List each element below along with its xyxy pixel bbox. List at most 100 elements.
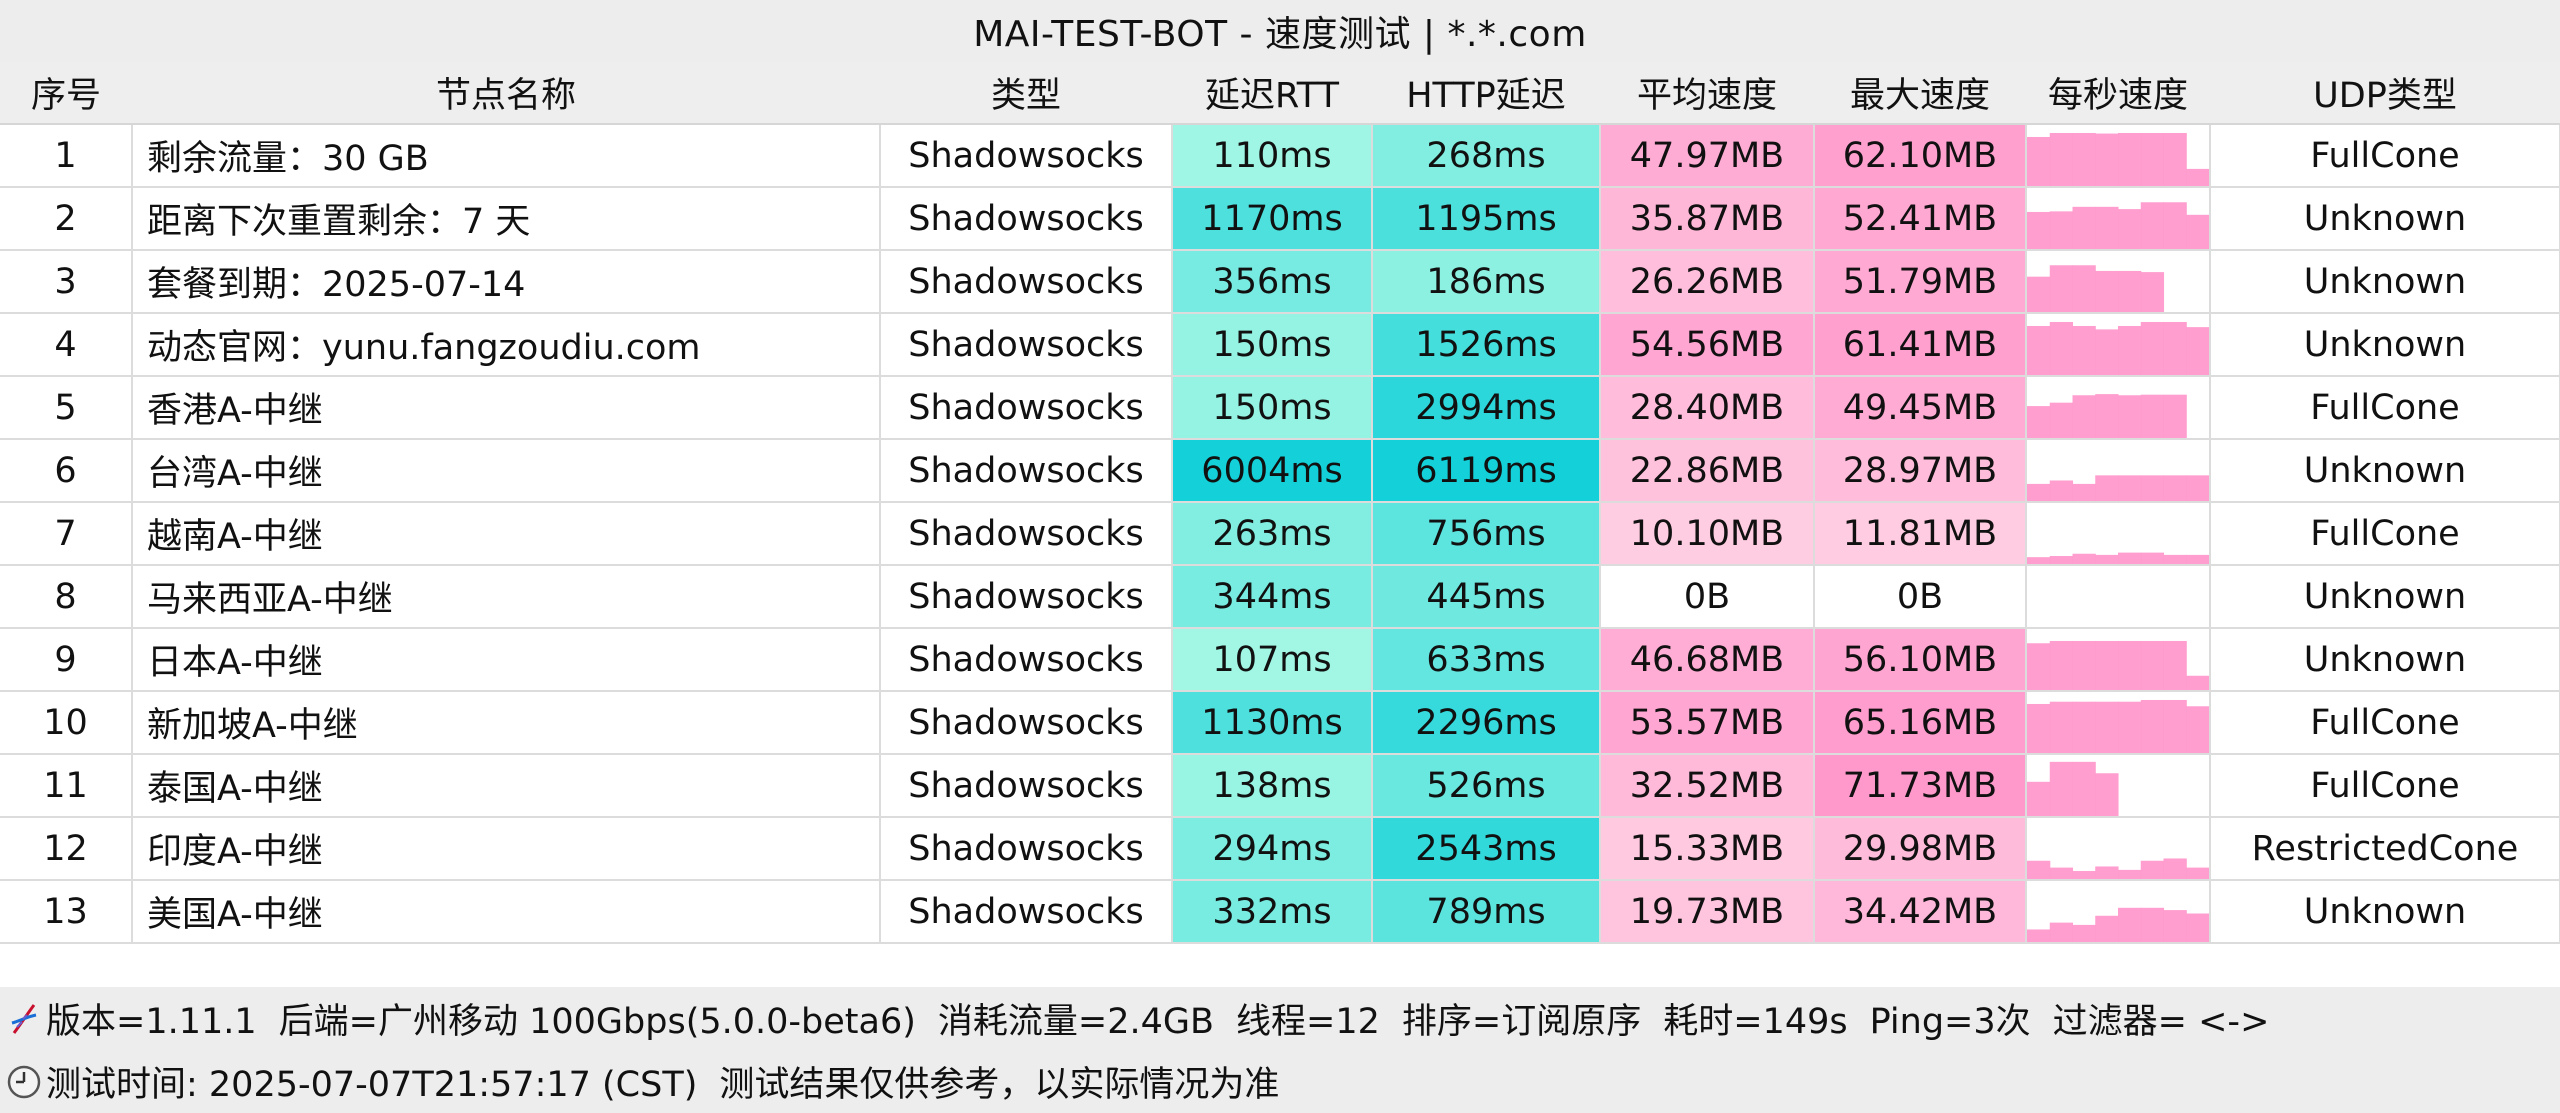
speed-sparkline [2027, 761, 2119, 815]
column-header-max-speed[interactable]: 最大速度 [1814, 62, 2026, 125]
table-row[interactable]: 13 美国A-中继 Shadowsocks 332ms 789ms 19.73MB 34.4… [0, 880, 2560, 944]
cell-rtt: 150ms [1172, 376, 1373, 440]
table-row[interactable]: 8 马来西亚A-中继 Shadowsocks 344ms 445ms 0B 0B Unknow… [0, 565, 2560, 629]
table-row[interactable]: 3 套餐到期：2025-07-14 Shadowsocks 356ms 186ms 26.… [0, 250, 2560, 314]
sparkline-bar [2118, 209, 2142, 248]
cell-http-latency: 268ms [1372, 124, 1601, 188]
cell-type: Shadowsocks [880, 502, 1173, 566]
speed-sparkline [2027, 265, 2165, 311]
sparkline-bar [2027, 276, 2051, 311]
cell-speed-sparkline [2026, 754, 2211, 818]
sparkline-bar [2027, 483, 2051, 500]
cell-type: Shadowsocks [880, 691, 1173, 755]
table-row[interactable]: 1 剩余流量：30 GB Shadowsocks 110ms 268ms 47.97MB 6… [0, 124, 2560, 188]
cell-rtt: 150ms [1172, 313, 1373, 377]
column-header-type[interactable]: 类型 [880, 62, 1172, 125]
cell-node-name: 套餐到期：2025-07-14 [132, 250, 881, 314]
column-header-node-name[interactable]: 节点名称 [132, 62, 880, 125]
column-header-index[interactable]: 序号 [0, 62, 132, 125]
cell-rtt: 344ms [1172, 565, 1373, 629]
sparkline-bar [2118, 270, 2142, 311]
cell-type: Shadowsocks [880, 628, 1173, 692]
table-row[interactable]: 11 泰国A-中继 Shadowsocks 138ms 526ms 32.52MB 71.7… [0, 754, 2560, 818]
cell-http-latency: 2994ms [1372, 376, 1601, 440]
sparkline-bar [2163, 858, 2187, 878]
table-row[interactable]: 12 印度A-中继 Shadowsocks 294ms 2543ms 15.33MB 29.… [0, 817, 2560, 881]
table-row[interactable]: 7 越南A-中继 Shadowsocks 263ms 756ms 10.10MB 11.81… [0, 502, 2560, 566]
cell-udp-type: FullCone [2210, 502, 2560, 566]
sparkline-bar [2095, 133, 2119, 185]
cell-speed-sparkline [2026, 313, 2211, 377]
sparkline-bar [2095, 554, 2119, 563]
cell-speed-sparkline [2026, 880, 2211, 944]
cell-max-speed: 52.41MB [1814, 187, 2027, 251]
sparkline-bar [2140, 394, 2165, 437]
sparkline-bar [2072, 206, 2096, 248]
sparkline-bar [2072, 483, 2096, 500]
sparkline-bar [2072, 132, 2096, 185]
cell-index: 6 [0, 439, 133, 503]
cell-node-name: 距离下次重置剩余：7 天 [132, 187, 881, 251]
speed-sparkline [2027, 907, 2208, 941]
footer-test-time: 测试时间: 2025-07-07T21:57:17 (CST) [46, 1065, 698, 1105]
sparkline-bar [2095, 701, 2119, 752]
footer-disclaimer: 测试结果仅供参考，以实际情况为准 [719, 1065, 1280, 1105]
cell-index: 10 [0, 691, 133, 755]
cell-index: 13 [0, 880, 133, 944]
column-header-udp-type[interactable]: UDP类型 [2210, 62, 2560, 125]
sparkline-bar [2072, 871, 2096, 878]
footer-elapsed: 耗时=149s [1663, 1002, 1848, 1042]
column-header-per-second-speed[interactable]: 每秒速度 [2026, 62, 2210, 125]
sparkline-bar [2072, 325, 2096, 374]
column-header-avg-speed[interactable]: 平均速度 [1600, 62, 1814, 125]
cell-max-speed: 11.81MB [1814, 502, 2027, 566]
cell-node-name: 马来西亚A-中继 [132, 565, 881, 629]
table-row[interactable]: 4 动态官网：yunu.fangzoudiu.com Shadowsocks 150m… [0, 313, 2560, 377]
cell-avg-speed: 0B [1600, 565, 1815, 629]
cell-node-name: 泰国A-中继 [132, 754, 881, 818]
column-header-http-latency[interactable]: HTTP延迟 [1372, 62, 1600, 125]
cell-http-latency: 1526ms [1372, 313, 1601, 377]
cell-type: Shadowsocks [880, 124, 1173, 188]
sparkline-bar [2027, 557, 2051, 563]
table-row[interactable]: 5 香港A-中继 Shadowsocks 150ms 2994ms 28.40MB 49.4… [0, 376, 2560, 440]
cell-rtt: 332ms [1172, 880, 1373, 944]
cell-type: Shadowsocks [880, 439, 1173, 503]
sparkline-bar [2140, 321, 2165, 374]
cell-index: 8 [0, 565, 133, 629]
cell-node-name: 新加坡A-中继 [132, 691, 881, 755]
sparkline-bar [2095, 394, 2119, 437]
cell-index: 7 [0, 502, 133, 566]
speed-sparkline [2027, 699, 2208, 752]
sparkline-bar [2163, 475, 2187, 500]
cell-http-latency: 445ms [1372, 565, 1601, 629]
cell-avg-speed: 32.52MB [1600, 754, 1815, 818]
footer-info-line: 版本=1.11.1 后端=广州移动 100Gbps(5.0.0-beta6) 消… [0, 987, 2560, 1050]
sparkline-bar [2118, 552, 2142, 563]
column-header-rtt[interactable]: 延迟RTT [1172, 62, 1372, 125]
cell-node-name: 越南A-中继 [132, 502, 881, 566]
cell-node-name: 剩余流量：30 GB [132, 124, 881, 188]
table-row[interactable]: 2 距离下次重置剩余：7 天 Shadowsocks 1170ms 1195ms 35.8… [0, 187, 2560, 251]
sparkline-bar [2072, 701, 2096, 752]
footer-time-line: 测试时间: 2025-07-07T21:57:17 (CST) 测试结果仅供参考… [0, 1050, 2560, 1113]
cell-type: Shadowsocks [880, 313, 1173, 377]
sparkline-bar [2118, 907, 2142, 941]
sparkline-bar [2072, 265, 2096, 311]
table-row[interactable]: 10 新加坡A-中继 Shadowsocks 1130ms 2296ms 53.57MB 6… [0, 691, 2560, 755]
sparkline-bar [2072, 640, 2096, 689]
cell-udp-type: Unknown [2210, 187, 2560, 251]
table-row[interactable]: 6 台湾A-中继 Shadowsocks 6004ms 6119ms 22.86MB 28.… [0, 439, 2560, 503]
sparkline-bar [2186, 327, 2208, 374]
sparkline-bar [2049, 922, 2074, 941]
sparkline-bar [2049, 761, 2074, 815]
sparkline-bar [2140, 699, 2165, 752]
cell-type: Shadowsocks [880, 754, 1173, 818]
footer-filter: 过滤器= <-> [2052, 1002, 2270, 1042]
cell-type: Shadowsocks [880, 880, 1173, 944]
cell-index: 5 [0, 376, 133, 440]
table-row[interactable]: 9 日本A-中继 Shadowsocks 107ms 633ms 46.68MB 56.10… [0, 628, 2560, 692]
sparkline-bar [2186, 554, 2208, 563]
cell-max-speed: 51.79MB [1814, 250, 2027, 314]
sparkline-bar [2027, 643, 2051, 689]
